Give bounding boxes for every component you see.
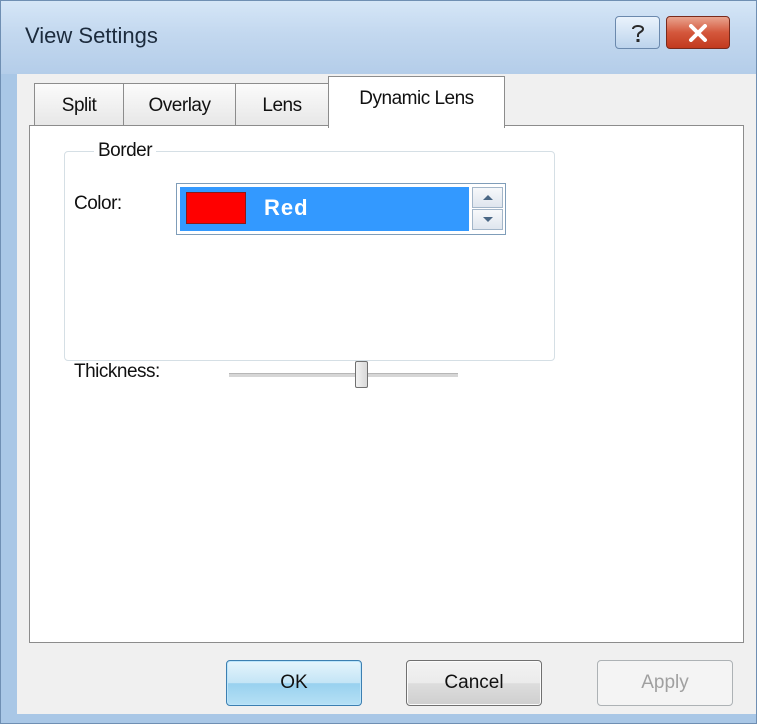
ok-button[interactable]: OK xyxy=(226,660,362,706)
apply-button-label: Apply xyxy=(641,672,689,693)
thickness-label: Thickness: xyxy=(74,361,160,382)
dynamic-lens-panel: Border Color: Red Thickness: xyxy=(29,125,744,643)
thickness-slider-track[interactable] xyxy=(229,373,458,378)
view-settings-dialog: View Settings Split Overlay Lens Dynamic… xyxy=(0,0,757,724)
tab-dynamic-lens[interactable]: Dynamic Lens xyxy=(328,76,505,128)
border-group-title: Border xyxy=(94,140,157,162)
color-value: Red xyxy=(264,195,309,220)
help-button[interactable] xyxy=(615,16,660,49)
cancel-button[interactable]: Cancel xyxy=(406,660,542,706)
apply-button[interactable]: Apply xyxy=(597,660,733,706)
spin-up-icon xyxy=(482,195,493,200)
tab-split-label: Split xyxy=(61,94,97,116)
title-bar: View Settings xyxy=(1,1,756,74)
tab-split[interactable]: Split xyxy=(34,83,124,127)
help-icon xyxy=(631,24,644,42)
window-title: View Settings xyxy=(25,23,158,48)
thickness-slider-thumb[interactable] xyxy=(355,361,369,388)
tab-lens-label: Lens xyxy=(262,94,302,116)
tab-lens[interactable]: Lens xyxy=(235,83,329,127)
close-icon xyxy=(689,23,707,42)
tab-overlay[interactable]: Overlay xyxy=(123,83,236,127)
spin-down-icon xyxy=(482,217,493,222)
color-spin-up-button[interactable] xyxy=(472,187,503,208)
color-swatch xyxy=(186,192,246,224)
dialog-client-area: Split Overlay Lens Dynamic Lens Border C… xyxy=(17,74,756,714)
tab-overlay-label: Overlay xyxy=(148,94,211,116)
color-picker[interactable]: Red xyxy=(176,183,506,235)
color-selection: Red xyxy=(180,187,469,231)
close-button[interactable] xyxy=(666,16,730,49)
cancel-button-label: Cancel xyxy=(444,672,504,693)
color-label: Color: xyxy=(74,193,122,214)
color-spin-down-button[interactable] xyxy=(472,209,503,230)
tab-dynamic-lens-label: Dynamic Lens xyxy=(359,88,474,109)
ok-button-label: OK xyxy=(280,672,308,693)
